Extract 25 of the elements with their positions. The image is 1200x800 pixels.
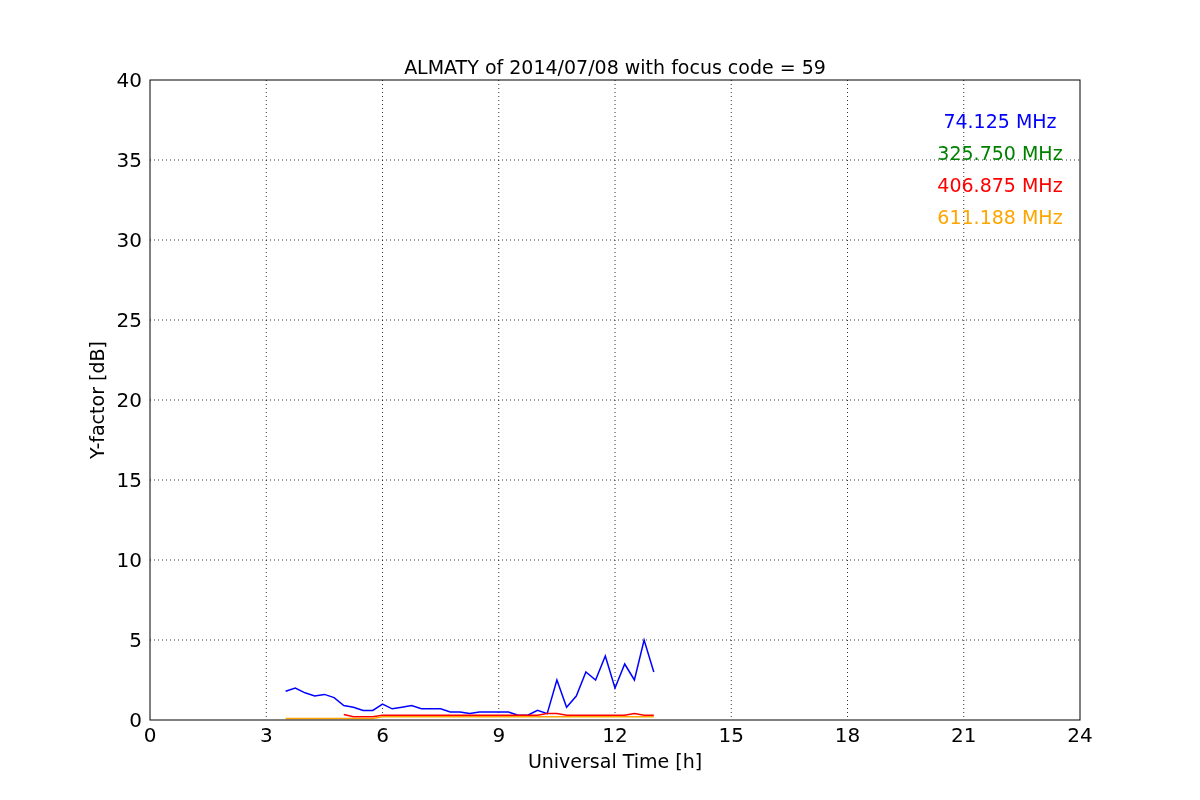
x-tick-label: 0 xyxy=(143,723,157,747)
y-tick-label: 40 xyxy=(116,68,142,92)
y-tick-label: 15 xyxy=(116,468,142,492)
x-tick-label: 15 xyxy=(718,723,744,747)
x-tick-label: 9 xyxy=(492,723,506,747)
legend-label: 406.875 MHz xyxy=(937,174,1063,196)
x-tick-label: 24 xyxy=(1067,723,1093,747)
y-tick-label: 10 xyxy=(116,548,142,572)
x-tick-label: 18 xyxy=(834,723,861,747)
x-tick-label: 12 xyxy=(602,723,628,747)
y-tick-label: 25 xyxy=(116,308,142,332)
x-tick-label: 3 xyxy=(259,723,273,747)
y-axis-label: Y-factor [dB] xyxy=(86,341,108,459)
y-tick-label: 20 xyxy=(116,388,142,412)
legend-label: 325.750 MHz xyxy=(937,142,1063,164)
x-axis-label: Universal Time [h] xyxy=(527,750,703,772)
y-tick-label: 5 xyxy=(129,628,142,652)
chart-title: ALMATY of 2014/07/08 with focus code = 59 xyxy=(404,56,826,78)
legend-label: 74.125 MHz xyxy=(943,110,1057,132)
y-tick-label: 35 xyxy=(116,148,142,172)
y-tick-label: 30 xyxy=(116,228,142,252)
legend-label: 611.188 MHz xyxy=(937,206,1063,228)
x-tick-label: 6 xyxy=(376,723,389,747)
y-tick-label: 0 xyxy=(129,708,142,732)
x-tick-label: 21 xyxy=(951,723,977,747)
